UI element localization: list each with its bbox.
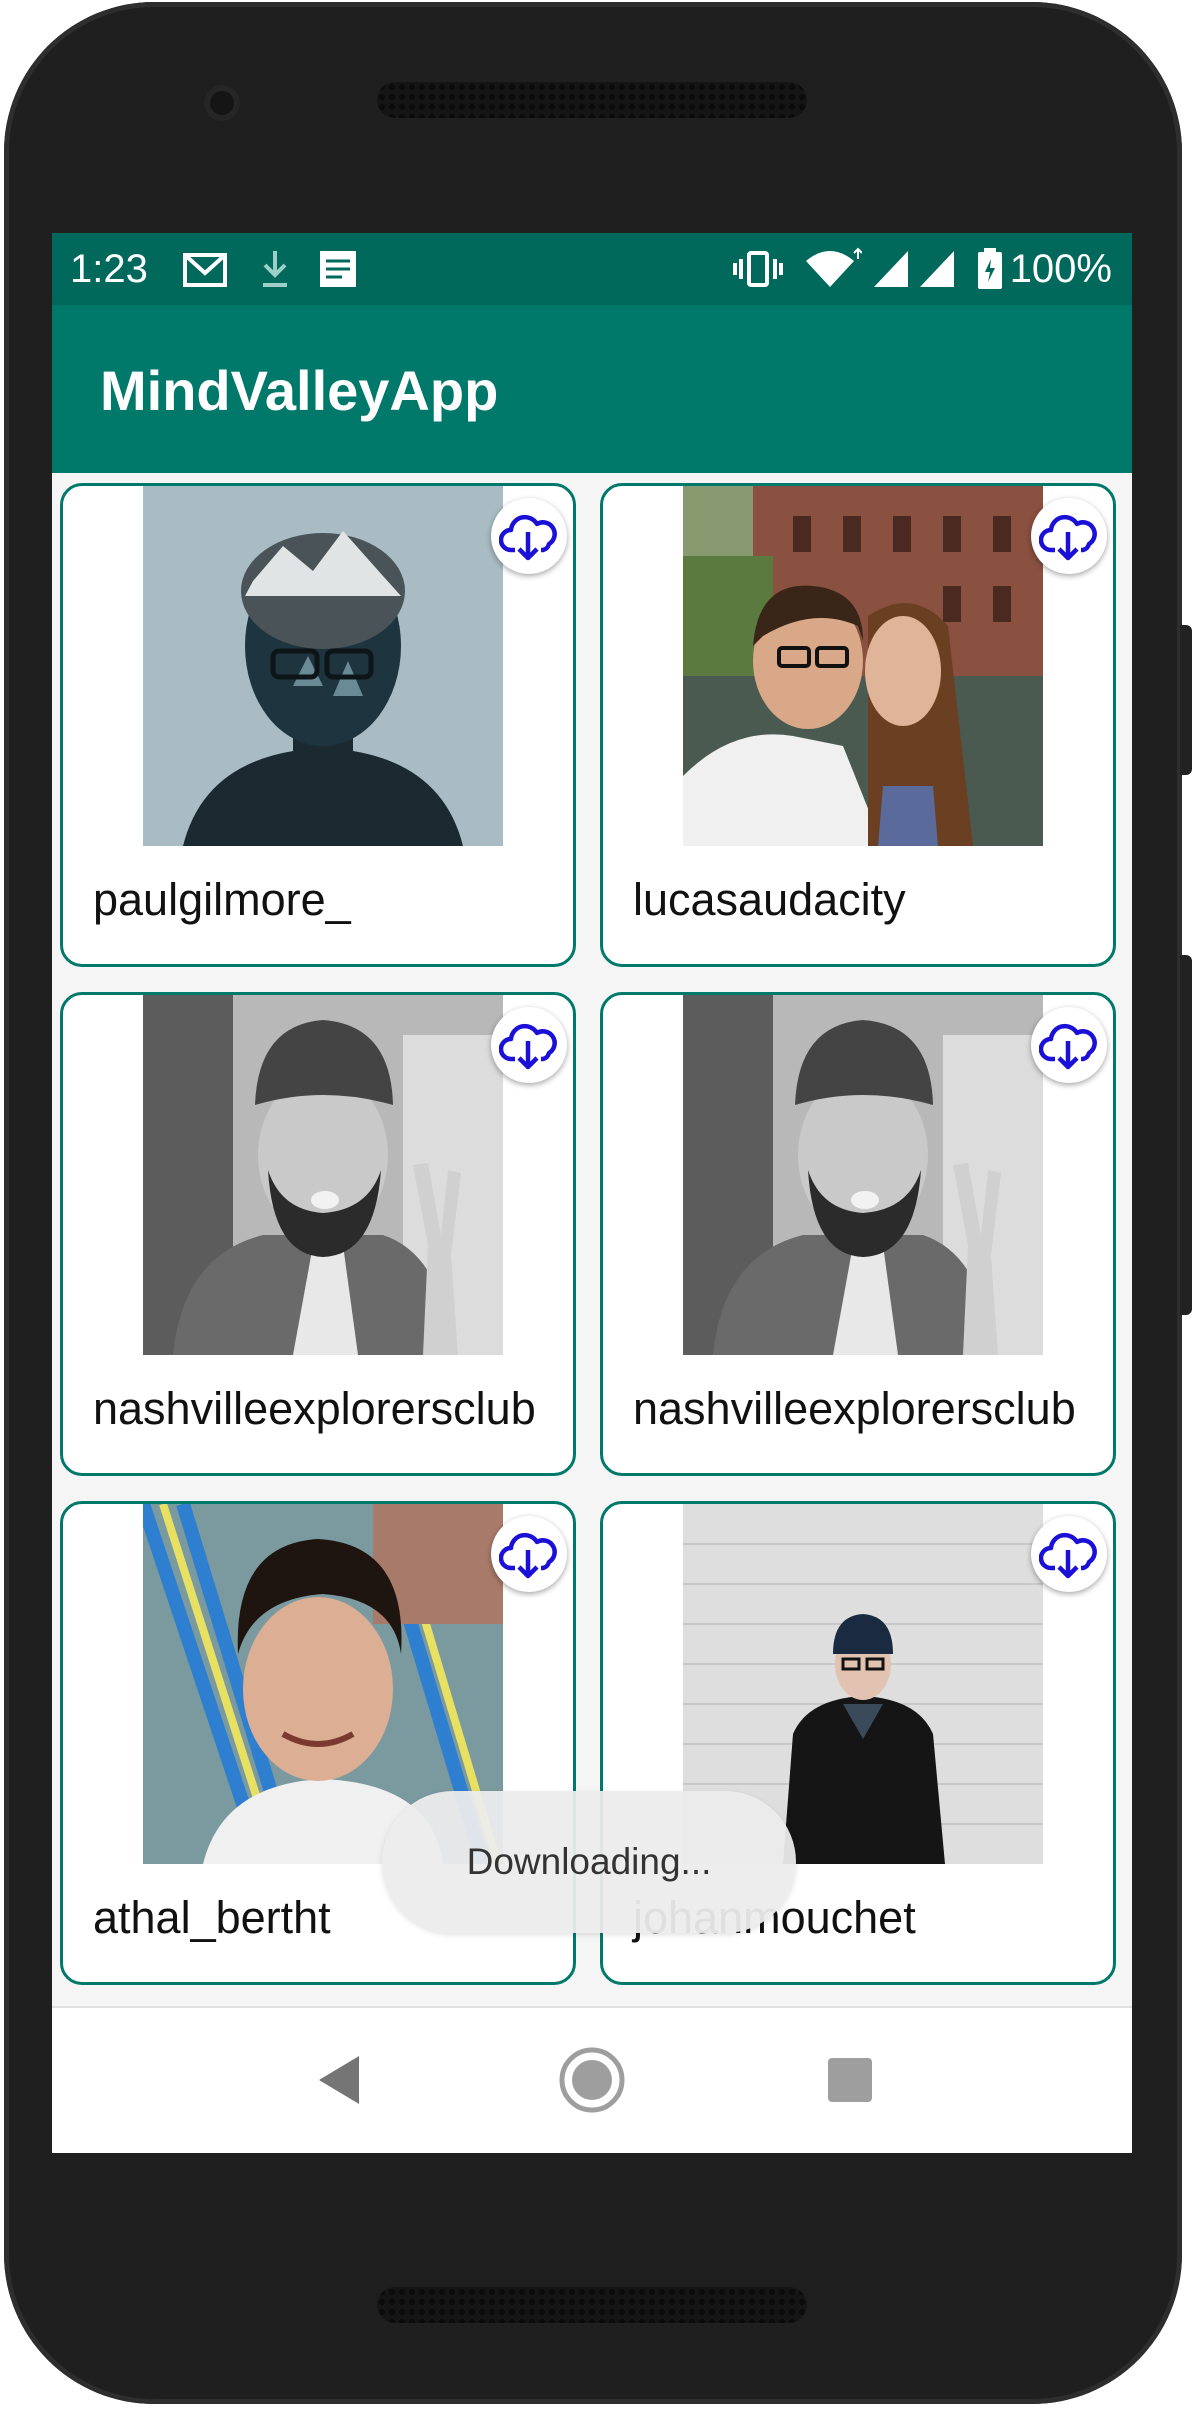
recents-icon [828, 2058, 872, 2102]
username-label: nashvilleexplorersclub [93, 1383, 536, 1434]
user-card[interactable]: nashvilleexplorersclub [600, 992, 1116, 1476]
gmail-icon [182, 247, 228, 296]
power-button [1180, 625, 1192, 775]
screenshot-icon [316, 247, 360, 296]
back-button[interactable] [297, 2038, 381, 2122]
username-label: athal_bertht [93, 1892, 331, 1943]
download-button[interactable] [491, 1007, 567, 1083]
vibrate-icon [732, 247, 784, 296]
user-photo [683, 995, 1043, 1355]
app-bar: MindValleyApp [52, 305, 1132, 473]
screen: 1:23 100% MindValleyApp paulgilmore_ luc… [52, 233, 1132, 2153]
status-bar: 1:23 100% [52, 233, 1132, 305]
battery-icon [976, 247, 1004, 296]
user-photo [143, 995, 503, 1355]
navigation-bar [52, 2006, 1132, 2153]
cloud-download-icon [1039, 1532, 1097, 1579]
cloud-download-icon [499, 514, 557, 561]
app-title: MindValleyApp [100, 359, 499, 422]
user-card[interactable]: paulgilmore_ [60, 483, 576, 967]
battery-percentage: 100% [1009, 247, 1112, 291]
front-camera [204, 85, 240, 121]
user-card[interactable]: lucasaudacity [600, 483, 1116, 967]
username-label: lucasaudacity [633, 874, 906, 925]
download-button[interactable] [491, 1516, 567, 1592]
toast: Downloading... [382, 1791, 796, 1933]
download-icon [257, 247, 293, 296]
username-label: nashvilleexplorersclub [633, 1383, 1076, 1434]
earpiece-speaker [377, 82, 807, 118]
download-button[interactable] [491, 498, 567, 574]
toast-message: Downloading... [466, 1841, 712, 1882]
user-card[interactable]: nashvilleexplorersclub [60, 992, 576, 1476]
cloud-download-icon [499, 1532, 557, 1579]
bottom-speaker [377, 2287, 807, 2323]
download-button[interactable] [1031, 498, 1107, 574]
home-icon [559, 2047, 625, 2113]
signal-icon [918, 247, 958, 296]
device-frame: 1:23 100% MindValleyApp paulgilmore_ luc… [0, 0, 1194, 2409]
download-button[interactable] [1031, 1516, 1107, 1592]
user-photo [143, 486, 503, 846]
image-grid: paulgilmore_ lucasaudacity nashvilleexpl… [52, 473, 1132, 2006]
wifi-icon [802, 247, 863, 296]
home-button[interactable] [550, 2038, 634, 2122]
volume-button [1180, 955, 1192, 1315]
back-icon [319, 2056, 359, 2104]
cloud-download-icon [1039, 514, 1097, 561]
user-photo [683, 486, 1043, 846]
status-time: 1:23 [70, 247, 148, 291]
recents-button[interactable] [808, 2038, 892, 2122]
cloud-download-icon [499, 1023, 557, 1070]
cloud-download-icon [1039, 1023, 1097, 1070]
username-label: paulgilmore_ [93, 874, 351, 925]
download-button[interactable] [1031, 1007, 1107, 1083]
signal-icon [872, 247, 912, 296]
